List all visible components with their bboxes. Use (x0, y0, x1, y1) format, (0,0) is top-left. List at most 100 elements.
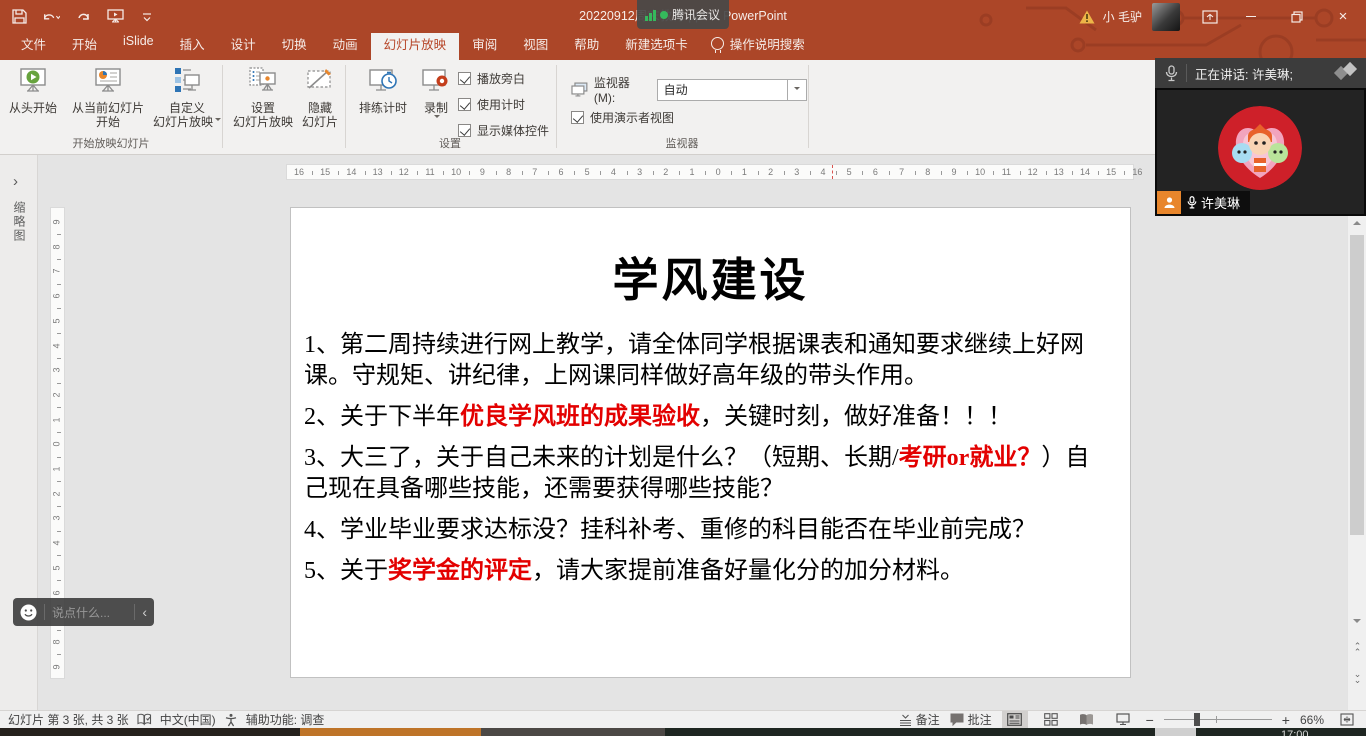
playback-checkbox-1[interactable]: 播放旁白 (458, 70, 549, 87)
warning-icon[interactable] (1079, 10, 1095, 24)
setup-slideshow-button[interactable]: 设置 幻灯片放映 (232, 63, 294, 129)
comments-toggle[interactable]: 批注 (950, 711, 992, 728)
view-slideshow-button[interactable] (1110, 711, 1136, 728)
zoom-slider-notch (1216, 716, 1217, 723)
slide-counter[interactable]: 幻灯片 第 3 张, 共 3 张 (8, 711, 129, 728)
playback-checkboxes: 播放旁白使用计时显示媒体控件 (458, 70, 549, 139)
monitor-play-icon (17, 63, 49, 99)
taskbar-app-segment[interactable] (481, 728, 665, 736)
fit-to-window-button[interactable] (1334, 711, 1360, 728)
from-beginning-label: 从头开始 (9, 101, 57, 115)
ruler-tick (784, 171, 785, 175)
playback-checkbox-2[interactable]: 使用计时 (458, 96, 549, 113)
meeting-chat-pill[interactable]: 说点什么... ‹ (13, 598, 154, 626)
ruler-number: 3 (794, 167, 799, 177)
rehearse-timings-label: 排练计时 (359, 101, 407, 115)
zoom-slider-thumb[interactable] (1194, 713, 1200, 726)
ruler-tick (469, 171, 470, 175)
ruler-tick (993, 171, 994, 175)
zoom-slider[interactable] (1164, 711, 1272, 728)
close-button[interactable]: × (1320, 0, 1366, 33)
chat-collapse-icon[interactable]: ‹ (142, 604, 147, 620)
ruler-tick (679, 171, 680, 175)
expand-panel-arrow-icon[interactable]: › (13, 173, 18, 190)
scrollbar-thumb[interactable] (1350, 235, 1364, 535)
slide-title[interactable]: 学风建设 (291, 244, 1130, 310)
monitor-dropdown[interactable]: 自动 (657, 79, 807, 101)
vertical-scrollbar[interactable]: ⌃⌃ ⌄⌄ (1347, 155, 1366, 710)
ruler-tick (417, 171, 418, 175)
ruler-tick (57, 407, 61, 408)
scroll-up-arrow[interactable] (1353, 221, 1361, 225)
accessibility-status[interactable]: 辅助功能: 调查 (246, 711, 325, 728)
minimize-button[interactable] (1228, 0, 1274, 33)
slide-body[interactable]: 1、第二周持续进行网上教学，请全体同学根据课表和通知要求继续上好网课。守规矩、讲… (304, 330, 1109, 597)
ruler-tick (57, 630, 61, 631)
account-user-name[interactable]: 小 毛驴 (1103, 8, 1142, 25)
ribbon-display-options-button[interactable] (1202, 10, 1218, 24)
account-avatar[interactable] (1152, 3, 1180, 31)
previous-slide-button[interactable]: ⌃⌃ (1351, 643, 1363, 655)
view-reading-button[interactable] (1074, 711, 1100, 728)
language-indicator[interactable]: 中文(中国) (160, 711, 216, 728)
zoom-level[interactable]: 66% (1300, 713, 1324, 727)
customize-qat-button[interactable] (138, 8, 156, 26)
hide-slide-button[interactable]: 隐藏 幻灯片 (298, 63, 342, 129)
ruler-tick (57, 358, 61, 359)
undo-button[interactable] (42, 8, 60, 26)
participant-video-tile[interactable]: 许美琳 (1155, 88, 1366, 216)
notes-toggle[interactable]: 备注 (899, 711, 940, 728)
save-icon[interactable] (10, 8, 28, 26)
horizontal-ruler[interactable]: 1615141312111098765432101234567891011121… (286, 164, 1134, 180)
ruler-number: 1 (689, 167, 694, 177)
view-normal-button[interactable] (1002, 711, 1028, 728)
chat-input-placeholder[interactable]: 说点什么... (52, 604, 127, 621)
ruler-tick (548, 171, 549, 175)
ruler-tick (496, 171, 497, 175)
emoji-smiley-icon[interactable] (20, 604, 37, 621)
tencent-meeting-pill[interactable]: 腾讯会议 (637, 0, 729, 29)
group-monitors: 监视器(M): 自动 使用演示者视图 监视器 (557, 60, 807, 154)
zoom-out-button[interactable]: − (1146, 712, 1154, 728)
tencent-meeting-overlay[interactable]: 正在讲话: 许美琳; (1155, 58, 1366, 216)
ruler-tick (57, 555, 61, 556)
ruler-number: 16 (294, 167, 304, 177)
host-badge-icon (1157, 191, 1181, 214)
scroll-down-arrow[interactable] (1353, 619, 1361, 623)
status-bar-right: 备注 批注 − + 6 (899, 711, 1366, 728)
hide-slide-label-1: 隐藏 (308, 101, 332, 115)
taskbar-active-app-segment[interactable] (300, 728, 481, 736)
presenter-view-checkbox[interactable]: 使用演示者视图 (571, 109, 674, 126)
record-slideshow-button[interactable]: 录制 (416, 63, 456, 121)
ruler-number: 4 (52, 541, 62, 546)
spell-check-icon[interactable] (137, 713, 152, 726)
monitor-pie-icon (92, 63, 124, 99)
ruler-tick (1046, 171, 1047, 175)
restore-button[interactable] (1274, 0, 1320, 33)
custom-slideshow-button[interactable]: 自定义 幻灯片放映 (152, 63, 222, 129)
ruler-number: 9 (951, 167, 956, 177)
monitor-dropdown-value: 自动 (658, 81, 787, 98)
view-slide-sorter-button[interactable] (1038, 711, 1064, 728)
slide-paragraph-2: 2、关于下半年优良学风班的成果验收，关键时刻，做好准备！！！ (304, 402, 1109, 433)
ruler-number: 1 (742, 167, 747, 177)
participant-name: 许美琳 (1181, 191, 1250, 214)
redo-button[interactable] (74, 8, 92, 26)
ruler-number: 6 (52, 294, 62, 299)
zoom-in-button[interactable]: + (1282, 712, 1290, 728)
rehearse-timings-button[interactable]: 排练计时 (352, 63, 414, 115)
ruler-tick (941, 171, 942, 175)
lightbulb-icon (711, 37, 724, 50)
next-slide-button[interactable]: ⌄⌄ (1351, 671, 1363, 683)
from-beginning-button[interactable]: 从头开始 (4, 63, 62, 115)
accessibility-icon[interactable] (224, 713, 238, 727)
ruler-tick (57, 383, 61, 384)
monitor-dropdown-arrow[interactable] (787, 80, 806, 100)
from-current-slide-button[interactable]: 从当前幻灯片 开始 (62, 63, 154, 129)
slide-canvas[interactable]: 学风建设 1、第二周持续进行网上教学，请全体同学根据课表和通知要求继续上好网课。… (290, 207, 1131, 678)
start-slideshow-button[interactable] (106, 8, 124, 26)
thumbnail-panel-collapsed[interactable]: › 缩略图 (0, 155, 38, 710)
ruler-tick (365, 171, 366, 175)
ruler-number: 5 (52, 318, 62, 323)
ruler-number: 5 (847, 167, 852, 177)
